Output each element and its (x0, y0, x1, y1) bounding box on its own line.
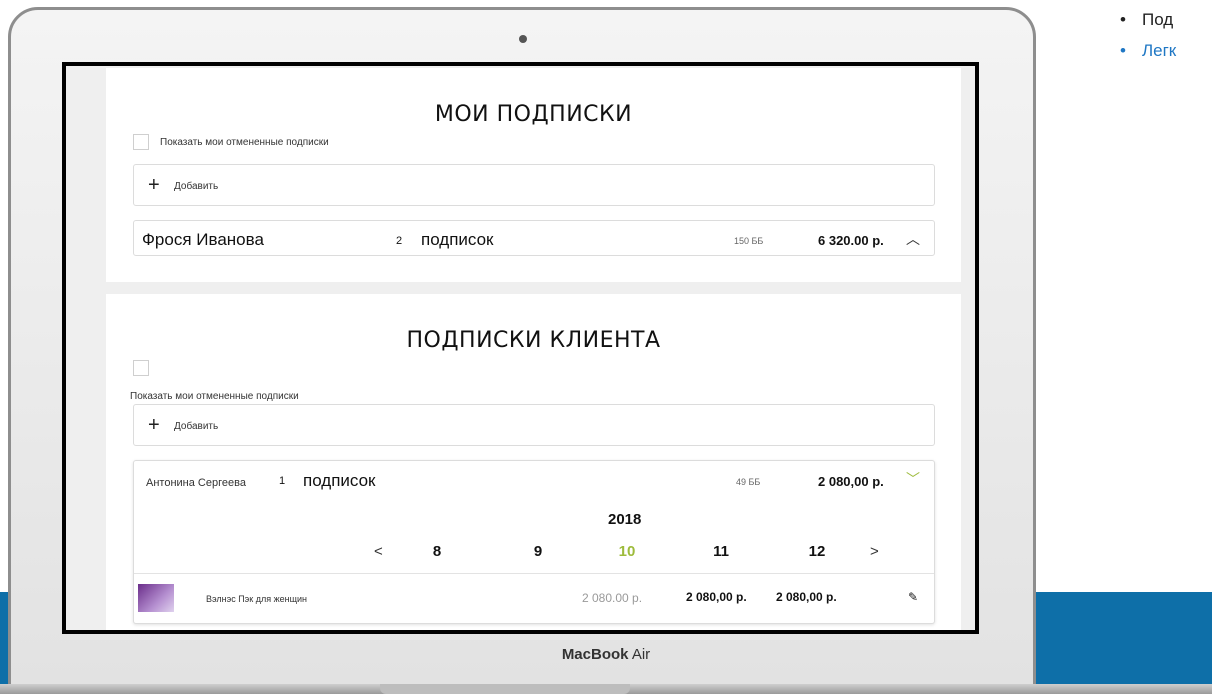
chevron-right-icon[interactable]: > (870, 543, 879, 560)
subscriber-row[interactable]: Антонина Сергеева 1 подписок 49 ББ 2 080… (134, 461, 934, 497)
client-subscriptions-card: ПОДПИСКИ КЛИЕНТА Показать мои отмененные… (106, 294, 961, 630)
show-canceled-checkbox[interactable] (133, 360, 149, 376)
subscription-count-label: подписок (421, 230, 494, 249)
chevron-up-icon[interactable]: ︿ (906, 229, 920, 249)
show-canceled-checkbox[interactable] (133, 134, 149, 150)
laptop-screen: МОИ ПОДПИСКИ Показать мои отмененные под… (62, 62, 979, 634)
show-canceled-label: Показать мои отмененные подписки (160, 137, 329, 148)
product-row: Вэлнэс Пэк для женщин 2 080.00 р. 2 080,… (134, 574, 934, 624)
subscription-count-label: подписок (303, 471, 376, 490)
product-name: Вэлнэс Пэк для женщин (206, 594, 307, 604)
laptop-notch (380, 684, 630, 694)
subscriber-row[interactable]: Фрося Иванова 2 подписок 150 ББ 6 320.00… (133, 220, 935, 256)
subscription-count: 2 (396, 235, 403, 247)
subscriber-name: Антонина Сергеева (146, 477, 246, 489)
chevron-left-icon[interactable]: < (374, 543, 383, 560)
section-title: ПОДПИСКИ КЛИЕНТА (406, 328, 661, 353)
product-price-old: 2 080.00 р. (582, 591, 643, 605)
client-subscriber-panel: Антонина Сергеева 1 подписок 49 ББ 2 080… (133, 460, 935, 624)
plus-icon: + (148, 174, 160, 196)
add-label: Добавить (174, 421, 219, 432)
month-10-active[interactable]: 10 (612, 543, 642, 560)
add-label: Добавить (174, 181, 219, 192)
add-subscription-button[interactable]: + Добавить (133, 164, 935, 206)
subscriber-name: Фрося Иванова (142, 230, 264, 249)
subscription-total: 2 080,00 р. (818, 474, 884, 489)
bullet-item: • Под (1120, 10, 1174, 29)
show-canceled-label: Показать мои отмененные подписки (130, 391, 299, 402)
page-title: МОИ ПОДПИСКИ (434, 102, 633, 127)
month-11[interactable]: 11 (706, 543, 736, 560)
plus-icon: + (148, 414, 160, 436)
subscription-total: 6 320.00 р. (818, 233, 884, 248)
product-box-icon (138, 584, 174, 612)
month-12[interactable]: 12 (802, 543, 832, 560)
bonus-points: 49 ББ (736, 477, 761, 487)
month-9[interactable]: 9 (523, 543, 553, 560)
chevron-down-icon[interactable]: ﹀ (906, 469, 920, 489)
product-price: 2 080,00 р. (686, 590, 747, 604)
camera-icon (519, 35, 527, 43)
calendar-year: 2018 (608, 511, 642, 528)
month-8[interactable]: 8 (422, 543, 452, 560)
laptop-brand: MacBook Air (561, 646, 651, 663)
pencil-icon[interactable]: ✎ (908, 590, 918, 604)
bonus-points: 150 ББ (734, 236, 764, 246)
subscription-count: 1 (279, 475, 286, 487)
bullet-item: • Легк (1120, 41, 1177, 60)
add-subscription-button[interactable]: + Добавить (133, 404, 935, 446)
my-subscriptions-card: МОИ ПОДПИСКИ Показать мои отмененные под… (106, 68, 961, 282)
product-price-total: 2 080,00 р. (776, 590, 837, 604)
page-viewport: МОИ ПОДПИСКИ Показать мои отмененные под… (66, 66, 975, 630)
